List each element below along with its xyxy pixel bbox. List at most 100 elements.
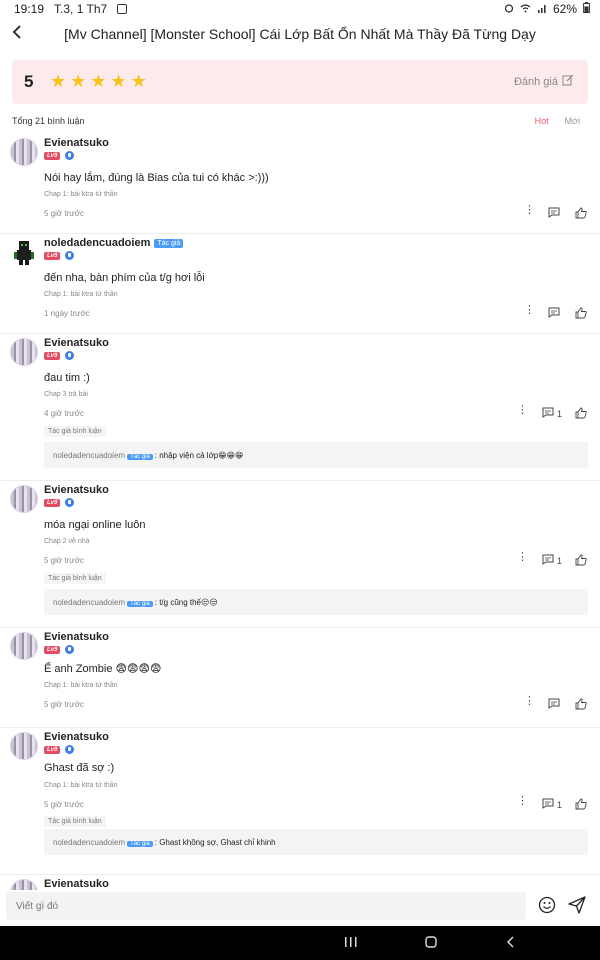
comment-chapter[interactable]: Chap 1: bài ktra tứ thần <box>44 782 118 789</box>
comment-author[interactable]: Evienatsuko <box>44 878 109 890</box>
comment-time: 5 giờ trước <box>44 556 84 565</box>
comment-author[interactable]: Evienatsuko <box>44 484 109 496</box>
more-options-button[interactable]: ⋮ <box>517 552 528 563</box>
like-button[interactable] <box>575 553 587 571</box>
back-icon <box>505 936 517 953</box>
avatar[interactable] <box>10 338 38 366</box>
avatar[interactable] <box>10 879 38 890</box>
reply-button[interactable] <box>548 207 560 220</box>
system-nav-bar <box>0 926 600 960</box>
more-options-button[interactable]: ⋮ <box>524 205 535 216</box>
comment-chapter[interactable]: Chap 1: bài ktra tứ thần <box>44 291 118 298</box>
level-badge: Lv9 <box>44 745 61 754</box>
signal-icon <box>537 2 547 16</box>
author-name: Evienatsuko <box>44 337 109 349</box>
comment-text: đến nha, bàn phím của t/g hơi lỗi <box>44 272 205 284</box>
more-options-button[interactable]: ⋮ <box>517 796 528 807</box>
level-badge: Lv9 <box>44 645 61 654</box>
app-bar: [Mv Channel] [Monster School] Cái Lớp Bấ… <box>0 18 600 52</box>
thumbs-up-icon <box>575 306 587 323</box>
alarm-icon <box>504 2 514 16</box>
comment-author[interactable]: Evienatsuko <box>44 731 109 743</box>
comment-total: Tổng 21 bình luận <box>12 116 85 126</box>
status-bar: 19:19 T.3, 1 Th7 62% <box>0 0 600 18</box>
verified-icon <box>65 351 75 360</box>
more-options-button[interactable]: ⋮ <box>524 305 535 316</box>
sort-hot-tab[interactable]: Hot <box>535 116 549 126</box>
author-reply[interactable]: noledadencuadoiem Tác giả: nhập viện cả l… <box>44 442 588 468</box>
star-icon: ★ <box>110 71 127 91</box>
like-button[interactable] <box>575 306 587 324</box>
recent-apps-button[interactable] <box>344 935 358 954</box>
comment-text: Ghast đã sợ :) <box>44 762 115 774</box>
verified-icon <box>65 151 75 160</box>
nav-back-button[interactable] <box>505 935 517 954</box>
comment-author[interactable]: noledadencuadoiem Tác giả <box>44 237 184 249</box>
comment-item: Evienatsuko Lv9 Ế anh Zombie 😨😨😨😨 Chap 1… <box>0 628 600 728</box>
reply-button[interactable]: 1 <box>542 407 562 420</box>
comment-time: 1 ngày trước <box>44 309 90 318</box>
back-button[interactable] <box>6 22 28 46</box>
comment-time: 5 giờ trước <box>44 209 84 218</box>
reply-author: noledadencuadoiem <box>53 598 126 607</box>
send-button[interactable] <box>568 896 586 919</box>
author-reply[interactable]: noledadencuadoiem Tác giả: t/g cũng thế😒😒 <box>44 589 588 615</box>
avatar[interactable] <box>10 632 38 660</box>
verified-icon <box>65 645 75 654</box>
comment-input[interactable] <box>6 892 526 920</box>
sort-new-tab[interactable]: Mới <box>565 116 580 126</box>
comment-chapter[interactable]: Chap 2 về nhà <box>44 538 90 545</box>
comment-item: Evienatsuko Lv9 móa ngại online luôn Cha… <box>0 481 600 628</box>
avatar[interactable] <box>10 732 38 760</box>
reply-button[interactable] <box>548 307 560 320</box>
author-comment-label: Tác giả bình luận <box>44 573 106 584</box>
author-name: Evienatsuko <box>44 631 109 643</box>
like-button[interactable] <box>575 797 587 815</box>
comment-icon <box>548 207 560 220</box>
more-options-button[interactable]: ⋮ <box>524 696 535 707</box>
comment-author[interactable]: Evienatsuko <box>44 337 109 349</box>
comment-author[interactable]: Evienatsuko <box>44 631 109 643</box>
comment-chapter[interactable]: Chap 3 trả bài <box>44 391 88 398</box>
rating-stars: ★ ★ ★ ★ ★ <box>50 72 147 90</box>
comment-icon <box>548 307 560 320</box>
reply-author-tag: Tác giả <box>127 601 153 607</box>
comment-text: Nói hay lắm, đúng là Bias của tui có khá… <box>44 172 269 184</box>
reply-button[interactable] <box>548 698 560 711</box>
level-badge: Lv9 <box>44 351 61 360</box>
rating-panel: 5 ★ ★ ★ ★ ★ Đánh giá <box>12 60 588 104</box>
comment-chapter[interactable]: Chap 1: bài ktra tứ thần <box>44 682 118 689</box>
reply-button[interactable]: 1 <box>542 554 562 567</box>
author-reply[interactable]: noledadencuadoiem Tác giả: Ghast không sợ… <box>44 829 588 855</box>
avatar[interactable] <box>10 485 38 513</box>
comment-chapter[interactable]: Chap 1: bài ktra tứ thần <box>44 191 118 198</box>
avatar[interactable] <box>10 238 38 266</box>
rate-button[interactable]: Đánh giá <box>514 74 574 89</box>
comment-item: Evienatsuko Lv9 Nói hay lắm, đúng là Bia… <box>0 134 600 234</box>
verified-icon <box>65 745 75 754</box>
more-vertical-icon: ⋮ <box>517 551 528 563</box>
comment-item: noledadencuadoiem Tác giả Lv9 đến nha, bà… <box>0 234 600 334</box>
comment-list: Evienatsuko Lv9 Nói hay lắm, đúng là Bia… <box>0 134 600 890</box>
like-button[interactable] <box>575 697 587 715</box>
comment-text: đau tim :) <box>44 372 90 384</box>
battery-icon <box>583 2 590 16</box>
author-comment-label: Tác giả bình luận <box>44 816 106 827</box>
emoji-button[interactable] <box>538 896 556 919</box>
level-badge: Lv9 <box>44 498 61 507</box>
reply-button[interactable]: 1 <box>542 798 562 811</box>
avatar[interactable] <box>10 138 38 166</box>
author-name: noledadencuadoiem <box>44 237 151 249</box>
comment-time: 5 giờ trước <box>44 800 84 809</box>
author-tag: Tác giả <box>154 238 184 248</box>
chevron-left-icon <box>12 24 22 44</box>
edit-icon <box>562 74 574 89</box>
home-button[interactable] <box>424 935 438 954</box>
comment-author[interactable]: Evienatsuko <box>44 137 109 149</box>
more-options-button[interactable]: ⋮ <box>517 405 528 416</box>
recent-apps-icon <box>344 936 358 953</box>
more-vertical-icon: ⋮ <box>524 695 535 707</box>
like-button[interactable] <box>575 206 587 224</box>
like-button[interactable] <box>575 406 587 424</box>
author-name: Evienatsuko <box>44 484 109 496</box>
